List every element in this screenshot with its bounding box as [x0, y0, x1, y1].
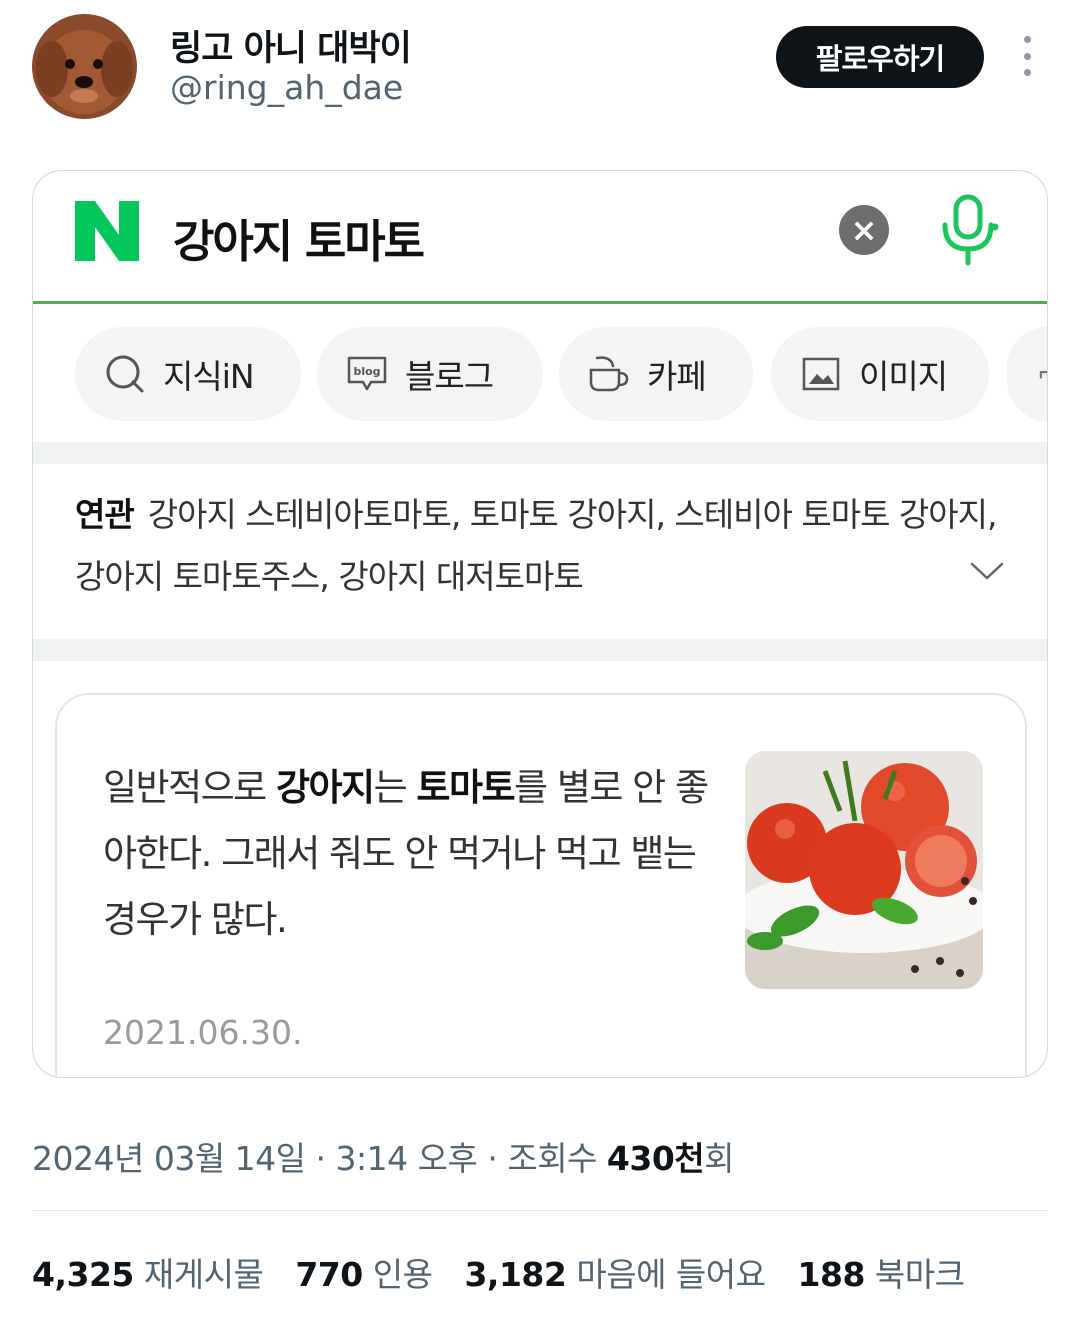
related-text-block: 연관 강아지 스테비아토마토, 토마토 강아지, 스테비아 토마토 강아지, 강아… [75, 484, 1015, 608]
tomato-thumbnail [745, 751, 983, 989]
avatar[interactable] [32, 14, 137, 119]
stat-bookmarks[interactable]: 188 북마크 [798, 1248, 965, 1296]
clear-search-icon: × [839, 205, 889, 255]
stat-reposts[interactable]: 4,325 재게시물 [32, 1248, 264, 1296]
tab-label: 지식iN [163, 357, 255, 396]
stat-label: 재게시물 [143, 1255, 264, 1294]
section-divider [33, 639, 1047, 661]
more-options-icon[interactable] [1014, 36, 1040, 76]
naver-logo-icon [75, 201, 139, 261]
blog-bubble-icon: blog [345, 352, 389, 396]
tweet-meta: 2024년 03월 14일 · 3:14 오후 · 조회수 430천회 [32, 1132, 735, 1180]
knowledge-text-part: 일반적으로 [103, 766, 276, 809]
stat-quotes[interactable]: 770 인용 [295, 1248, 433, 1296]
follow-button[interactable]: 팔로우하기 [776, 26, 984, 88]
divider [32, 1210, 1048, 1211]
svg-text:blog: blog [353, 365, 380, 378]
stat-count: 188 [797, 1255, 866, 1294]
knowledge-card: 일반적으로 강아지는 토마토를 별로 안 좋아한다. 그래서 줘도 안 먹거나 … [55, 693, 1027, 1077]
tweet-date[interactable]: 2024년 03월 14일 [32, 1139, 306, 1178]
section-divider [33, 442, 1047, 464]
tab-label: 이미지 [859, 357, 948, 396]
views-label: 조회수 [507, 1139, 607, 1178]
related-searches: 연관 강아지 스테비아토마토, 토마토 강아지, 스테비아 토마토 강아지, 강아… [33, 464, 1047, 639]
knowledge-highlight: 강아지 [275, 766, 375, 809]
stat-count: 3,182 [464, 1255, 567, 1294]
stat-likes[interactable]: 3,182 마음에 들어요 [464, 1248, 766, 1296]
cafe-cup-icon [587, 352, 631, 396]
tab-more-partial: ⌐ [1007, 327, 1047, 421]
stat-count: 770 [295, 1255, 363, 1294]
tab-knowledge-in: 지식iN [75, 327, 301, 421]
stat-label: 마음에 들어요 [576, 1255, 766, 1294]
stat-count: 4,325 [32, 1255, 134, 1294]
tweet-time[interactable]: 3:14 오후 [336, 1139, 478, 1178]
meta-separator: · [305, 1139, 336, 1178]
stat-label: 북마크 [874, 1255, 965, 1294]
author-name[interactable]: 링고 아니 대박이 [170, 20, 412, 71]
author-handle[interactable]: @ring_ah_dae [170, 68, 403, 107]
microphone-icon [942, 194, 999, 266]
search-tabs: 지식iN blog 블로그 카페 이미지 ⌐ [33, 307, 1047, 440]
tab-image: 이미지 [771, 327, 989, 421]
engagement-stats: 4,325 재게시물 770 인용 3,182 마음에 들어요 188 북마크 [32, 1248, 997, 1296]
knowledge-text-part: 는 [373, 766, 417, 809]
tab-cafe: 카페 [559, 327, 753, 421]
knowledge-date: 2021.06.30. [103, 1013, 303, 1052]
knowledge-text: 일반적으로 강아지는 토마토를 별로 안 좋아한다. 그래서 줘도 안 먹거나 … [103, 755, 713, 953]
tab-blog: blog 블로그 [317, 327, 543, 421]
meta-separator: · [477, 1139, 508, 1178]
related-label: 연관 [75, 495, 135, 534]
tab-label: 카페 [647, 357, 707, 396]
views-suffix: 회 [704, 1139, 735, 1178]
views-count: 430천 [606, 1139, 705, 1178]
search-bar: 강아지 토마토 × [33, 171, 1047, 304]
chevron-down-icon [970, 562, 1004, 580]
attached-image[interactable]: 강아지 토마토 × 지식iN blog 블로그 카페 이미지 연관 강아지 스테… [32, 170, 1048, 1078]
tab-label: 블로그 [405, 357, 494, 396]
magnifier-q-icon [103, 352, 147, 396]
search-query: 강아지 토마토 [173, 215, 425, 268]
related-keywords: 강아지 스테비아토마토, 토마토 강아지, 스테비아 토마토 강아지, 강아지 … [75, 495, 998, 596]
knowledge-highlight: 토마토 [416, 766, 515, 809]
image-icon [799, 352, 843, 396]
stat-label: 인용 [372, 1255, 433, 1294]
